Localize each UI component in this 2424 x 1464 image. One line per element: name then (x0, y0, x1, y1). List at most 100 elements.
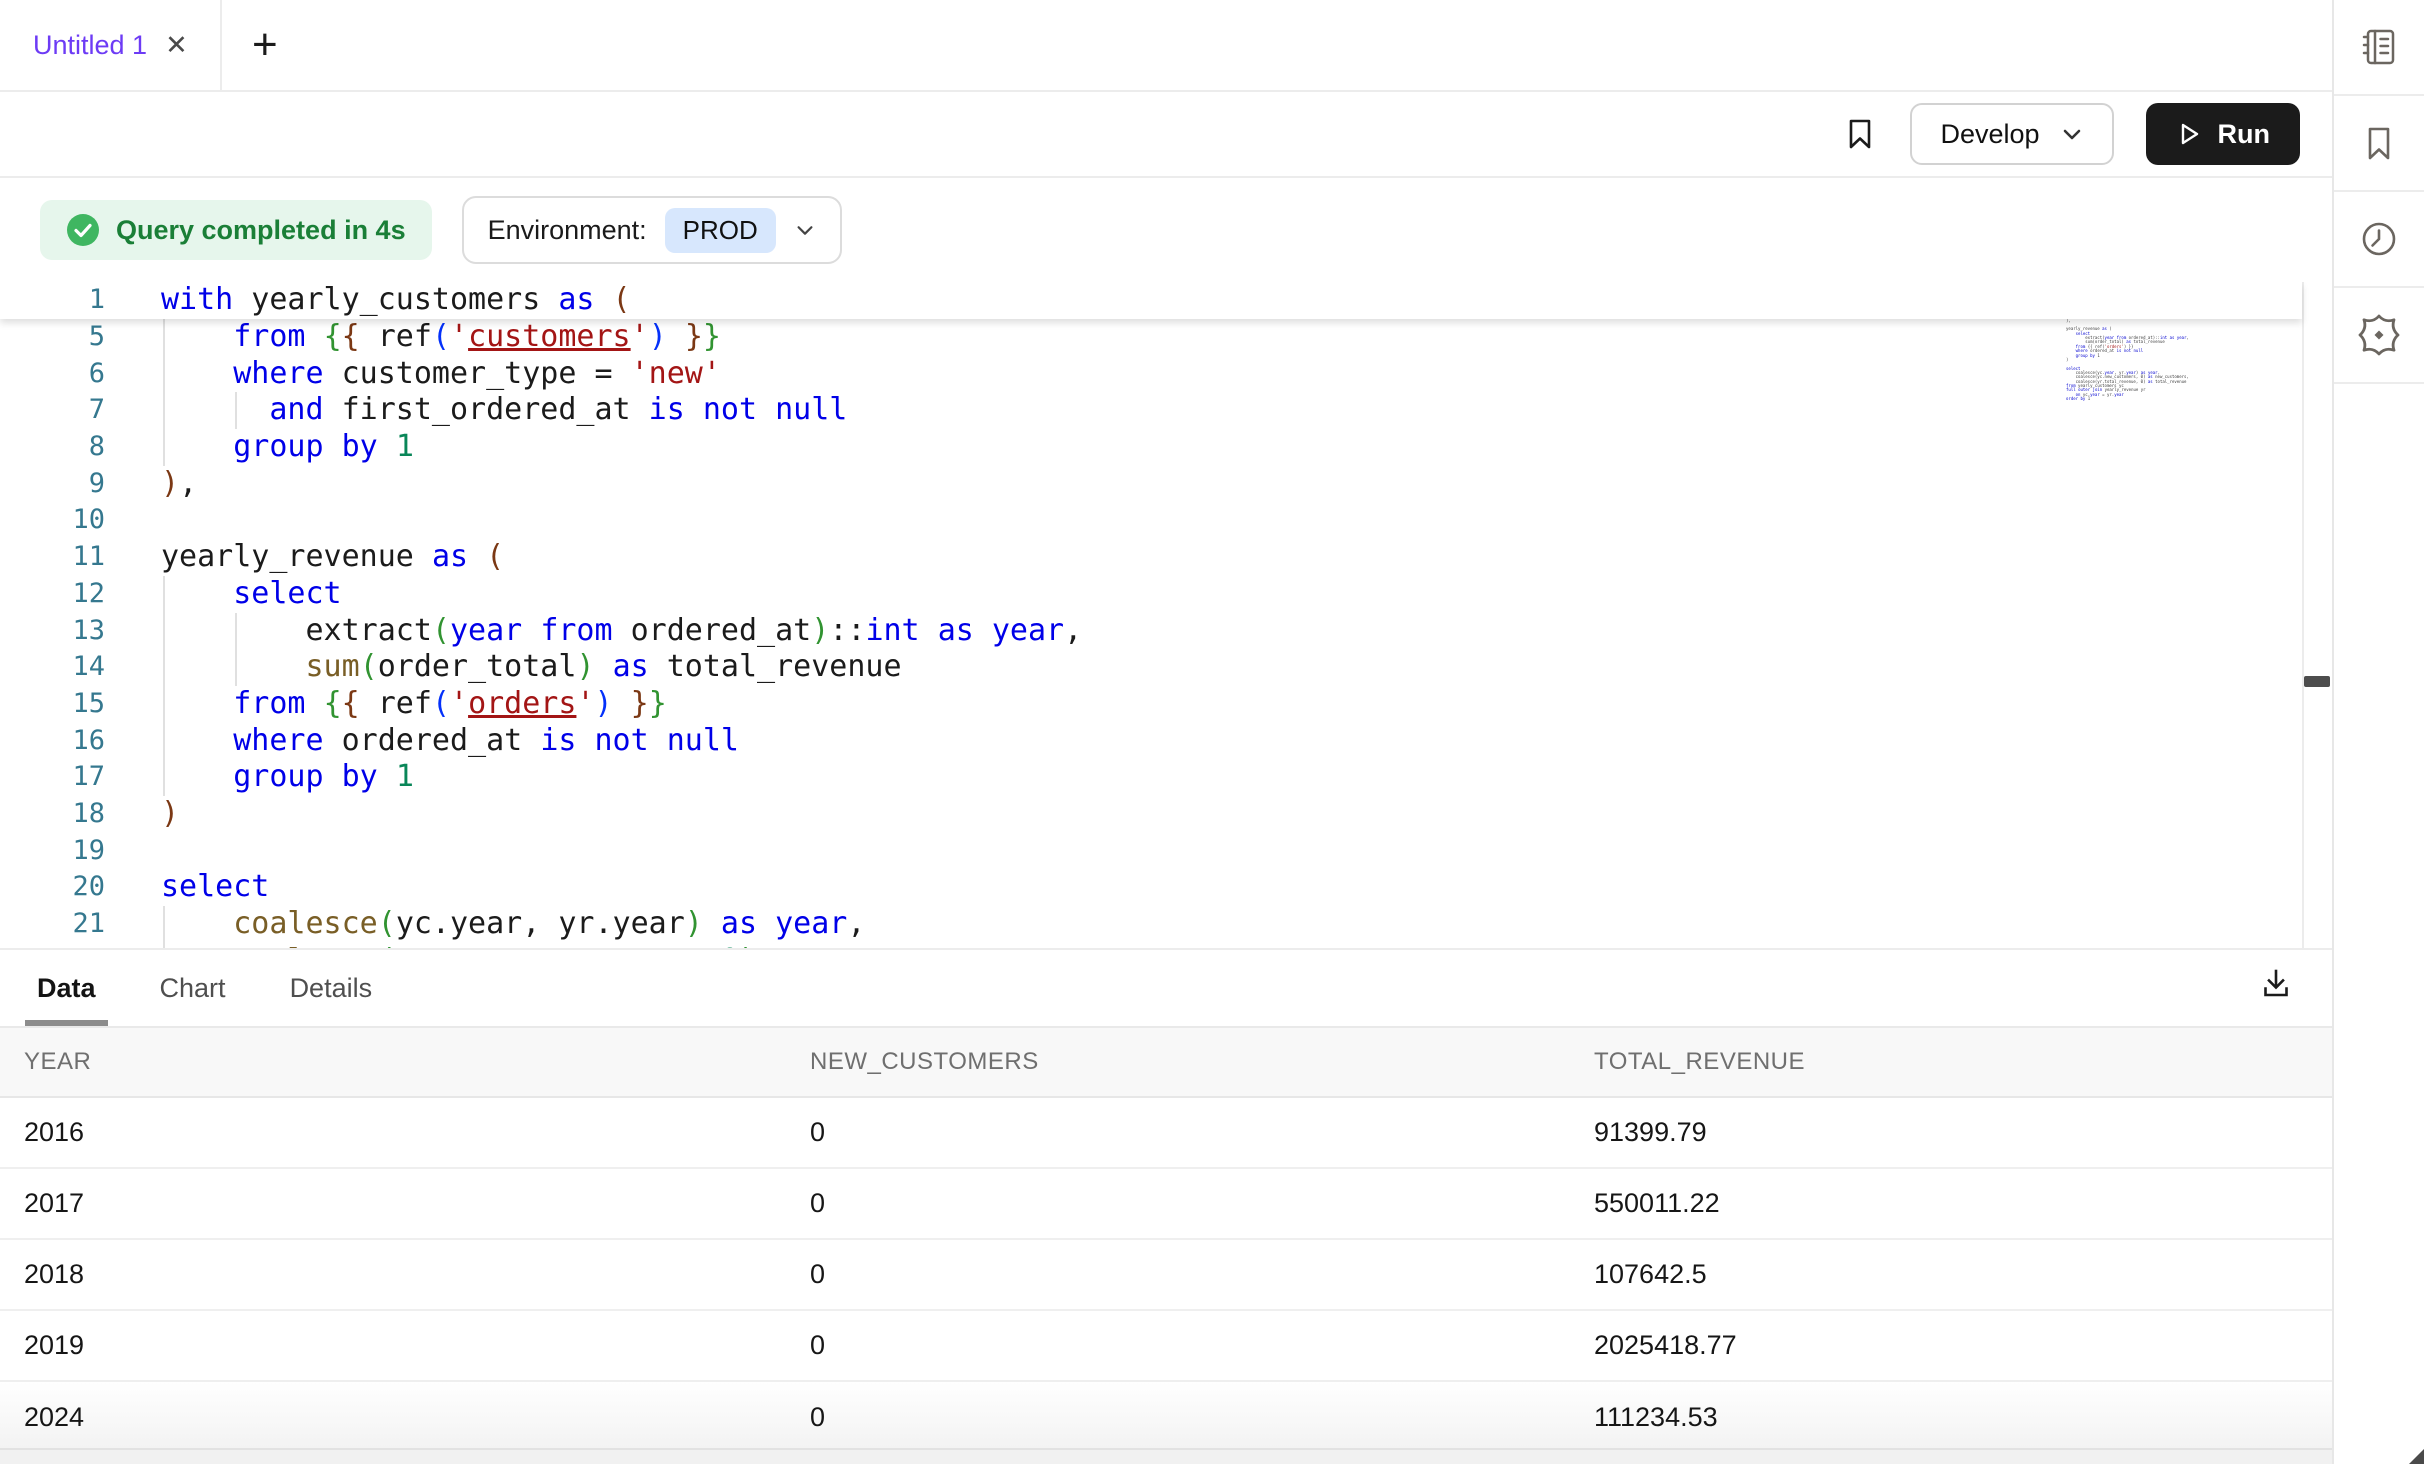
editor-line[interactable]: 21 coalesce(yc.year, yr.year) as year, (0, 906, 2302, 943)
table-row: 20240111234.53 (0, 1382, 2332, 1453)
table-cell: 91399.79 (1570, 1117, 2332, 1148)
table-cell: 2024 (0, 1402, 786, 1433)
code-text: and first_ordered_at is not null (161, 392, 847, 429)
indent-guide (235, 392, 237, 429)
editor-line[interactable]: 16 where ordered_at is not null (0, 723, 2302, 760)
play-icon (2176, 121, 2202, 147)
editor-line[interactable]: 18) (0, 796, 2302, 833)
table-cell: 0 (786, 1188, 1570, 1219)
editor-line[interactable]: 14 sum(order_total) as total_revenue (0, 649, 2302, 686)
table-row: 2016091399.79 (0, 1098, 2332, 1169)
chevron-down-icon (2060, 122, 2084, 146)
editor-line[interactable]: 19 (0, 833, 2302, 870)
line-number: 6 (0, 356, 161, 393)
line-number: 15 (0, 686, 161, 723)
editor-line[interactable]: 10 (0, 502, 2302, 539)
indent-guide (163, 392, 165, 429)
results-tabs: Data Chart Details (0, 950, 2332, 1026)
indent-guide (163, 649, 165, 686)
line-number: 7 (0, 392, 161, 429)
editor-line[interactable]: 6 where customer_type = 'new' (0, 356, 2302, 393)
query-status-text: Query completed in 4s (116, 215, 406, 246)
table-header-row: YEARNEW_CUSTOMERSTOTAL_REVENUE (0, 1026, 2332, 1098)
indent-guide (163, 906, 165, 943)
toolbar: Develop Run (0, 92, 2332, 178)
code-text: ), (161, 466, 197, 503)
develop-label: Develop (1940, 119, 2039, 150)
editor-line[interactable]: 5 from {{ ref('customers') }} (0, 319, 2302, 356)
table-cell: 2016 (0, 1117, 786, 1148)
table-row: 20180107642.5 (0, 1240, 2332, 1311)
editor-line[interactable]: 15 from {{ ref('orders') }} (0, 686, 2302, 723)
table-row: 201902025418.77 (0, 1311, 2332, 1382)
indent-guide (235, 649, 237, 686)
indent-guide (163, 319, 165, 356)
dbt-logo-icon[interactable] (2334, 288, 2424, 384)
line-number: 16 (0, 723, 161, 760)
check-circle-icon (66, 213, 100, 247)
indent-guide (163, 686, 165, 723)
editor-line[interactable]: 11yearly_revenue as ( (0, 539, 2302, 576)
results-tab-data[interactable]: Data (33, 950, 100, 1026)
editor-line[interactable]: 20select (0, 869, 2302, 906)
editor-line[interactable]: 9), (0, 466, 2302, 503)
editor-scrollbar-thumb[interactable] (2304, 676, 2330, 687)
environment-value-badge: PROD (665, 208, 776, 253)
tab-label: Untitled 1 (33, 30, 147, 61)
code-text: where customer_type = 'new' (161, 356, 721, 393)
editor-line[interactable]: 1with yearly_customers as ( (0, 282, 631, 319)
editor-lines[interactable]: 5 from {{ ref('customers') }}6 where cus… (0, 319, 2302, 948)
tab-untitled-1[interactable]: Untitled 1 ✕ (0, 0, 222, 90)
table-row: 20170550011.22 (0, 1169, 2332, 1240)
indent-guide (163, 356, 165, 393)
new-tab-button[interactable]: + (252, 23, 278, 67)
line-number: 12 (0, 576, 161, 613)
horizontal-scrollbar[interactable] (0, 1448, 2332, 1464)
code-text: select (161, 576, 342, 613)
code-text: group by 1 (161, 429, 414, 466)
editor-line[interactable]: 13 extract(year from ordered_at)::int as… (0, 613, 2302, 650)
table-cell: 0 (786, 1117, 1570, 1148)
close-icon[interactable]: ✕ (165, 32, 188, 59)
download-icon[interactable] (2256, 964, 2296, 1004)
code-editor[interactable]: 5 from {{ ref('customers') }}6 where cus… (0, 282, 2332, 948)
code-text: where ordered_at is not null (161, 723, 739, 760)
line-number: 9 (0, 466, 161, 503)
indent-guide (163, 723, 165, 760)
bookmark-icon[interactable] (2334, 96, 2424, 192)
develop-button[interactable]: Develop (1910, 103, 2113, 165)
notebook-icon[interactable] (2334, 0, 2424, 96)
history-clock-icon[interactable] (2334, 192, 2424, 288)
code-text: sum(order_total) as total_revenue (161, 649, 902, 686)
app-window: Untitled 1 ✕ + Develop Run (0, 0, 2424, 1464)
table-cell: 550011.22 (1570, 1188, 2332, 1219)
line-number: 10 (0, 502, 161, 539)
editor-line[interactable]: 17 group by 1 (0, 759, 2302, 796)
editor-line[interactable]: 7 and first_ordered_at is not null (0, 392, 2302, 429)
bookmark-icon[interactable] (1842, 116, 1878, 152)
line-number: 17 (0, 759, 161, 796)
editor-scrollbar-track (2302, 282, 2304, 948)
line-number: 11 (0, 539, 161, 576)
code-text: group by 1 (161, 759, 414, 796)
code-text: ) (161, 796, 179, 833)
results-panel: Data Chart Details YEARNEW_CUSTOMERSTOTAL_… (0, 948, 2332, 1464)
table-cell: 2025418.77 (1570, 1330, 2332, 1361)
right-icon-sidebar (2332, 0, 2424, 1464)
column-header: TOTAL_REVENUE (1570, 1048, 2332, 1076)
column-header: YEAR (0, 1048, 786, 1076)
results-tab-details[interactable]: Details (286, 950, 377, 1026)
run-button[interactable]: Run (2146, 103, 2300, 165)
environment-selector[interactable]: Environment: PROD (462, 196, 842, 264)
indent-guide (163, 613, 165, 650)
code-text: coalesce(yc.year, yr.year) as year, (161, 906, 865, 943)
results-tab-chart[interactable]: Chart (156, 950, 230, 1026)
run-label: Run (2218, 119, 2270, 150)
table-cell: 2017 (0, 1188, 786, 1219)
editor-line[interactable]: 8 group by 1 (0, 429, 2302, 466)
editor-line[interactable]: 12 select (0, 576, 2302, 613)
table-cell: 0 (786, 1402, 1570, 1433)
query-status-badge: Query completed in 4s (40, 200, 432, 260)
editor-sticky-line[interactable]: 1with yearly_customers as ( (0, 282, 2302, 319)
resize-grip[interactable] (2409, 1449, 2424, 1464)
